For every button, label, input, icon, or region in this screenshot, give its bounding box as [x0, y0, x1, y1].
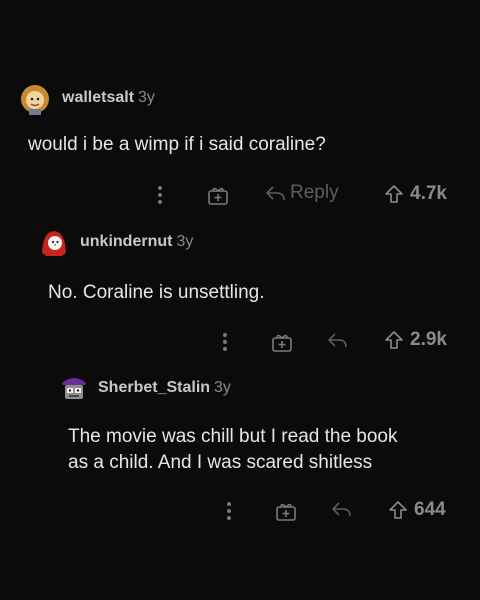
comment-meta: walletsalt 3y [62, 89, 155, 107]
vote-score: 644 [388, 499, 446, 521]
avatar[interactable] [18, 82, 52, 116]
upvote-arrow-icon[interactable] [384, 184, 404, 204]
score-count: 2.9k [410, 329, 447, 350]
username[interactable]: walletsalt [62, 89, 134, 106]
more-vertical-icon [227, 502, 231, 520]
upvote-arrow-icon[interactable] [388, 500, 408, 520]
username[interactable]: unkindernut [80, 233, 172, 250]
reply-button[interactable] [330, 500, 352, 518]
username[interactable]: Sherbet_Stalin [98, 379, 210, 396]
vote-score: 2.9k [384, 329, 447, 351]
give-award-button[interactable] [270, 330, 294, 354]
gift-icon [276, 503, 296, 521]
avatar[interactable] [38, 226, 70, 258]
comment-body: would i be a wimp if i said coraline? [28, 134, 326, 155]
reply-button[interactable] [326, 331, 348, 349]
more-vertical-icon [223, 333, 227, 351]
avatar-icon [18, 82, 52, 116]
comment-body-line: The movie was chill but I read the book [68, 426, 398, 447]
give-award-button[interactable] [274, 499, 298, 523]
comment-body-line: as a child. And I was scared shitless [68, 452, 373, 473]
reply-button[interactable]: Reply [264, 182, 339, 204]
gift-icon [208, 187, 228, 205]
more-vertical-icon [158, 186, 162, 204]
upvote-arrow-icon[interactable] [384, 330, 404, 350]
comment-age: 3y [138, 89, 155, 106]
give-award-button[interactable] [206, 183, 230, 207]
comment-age: 3y [176, 233, 194, 250]
more-options-button[interactable] [217, 499, 241, 523]
score-count: 644 [414, 499, 446, 520]
vote-score: 4.7k [384, 183, 447, 205]
reply-label: Reply [290, 182, 339, 203]
comment-meta: Sherbet_Stalin 3y [98, 379, 231, 397]
gift-icon [272, 334, 292, 352]
reply-arrow-icon [266, 186, 285, 201]
more-options-button[interactable] [148, 183, 172, 207]
comment-body: The movie was chill but I read the book … [68, 424, 398, 476]
avatar-icon [58, 372, 90, 404]
score-count: 4.7k [410, 183, 447, 204]
comment-body: No. Coraline is unsettling. [48, 282, 265, 303]
avatar[interactable] [58, 372, 90, 404]
reply-arrow-icon [332, 502, 351, 517]
avatar-icon [38, 226, 70, 258]
more-options-button[interactable] [213, 330, 237, 354]
comment-meta: unkindernut 3y [80, 233, 193, 251]
comment-age: 3y [214, 379, 231, 396]
reply-arrow-icon [328, 333, 347, 348]
